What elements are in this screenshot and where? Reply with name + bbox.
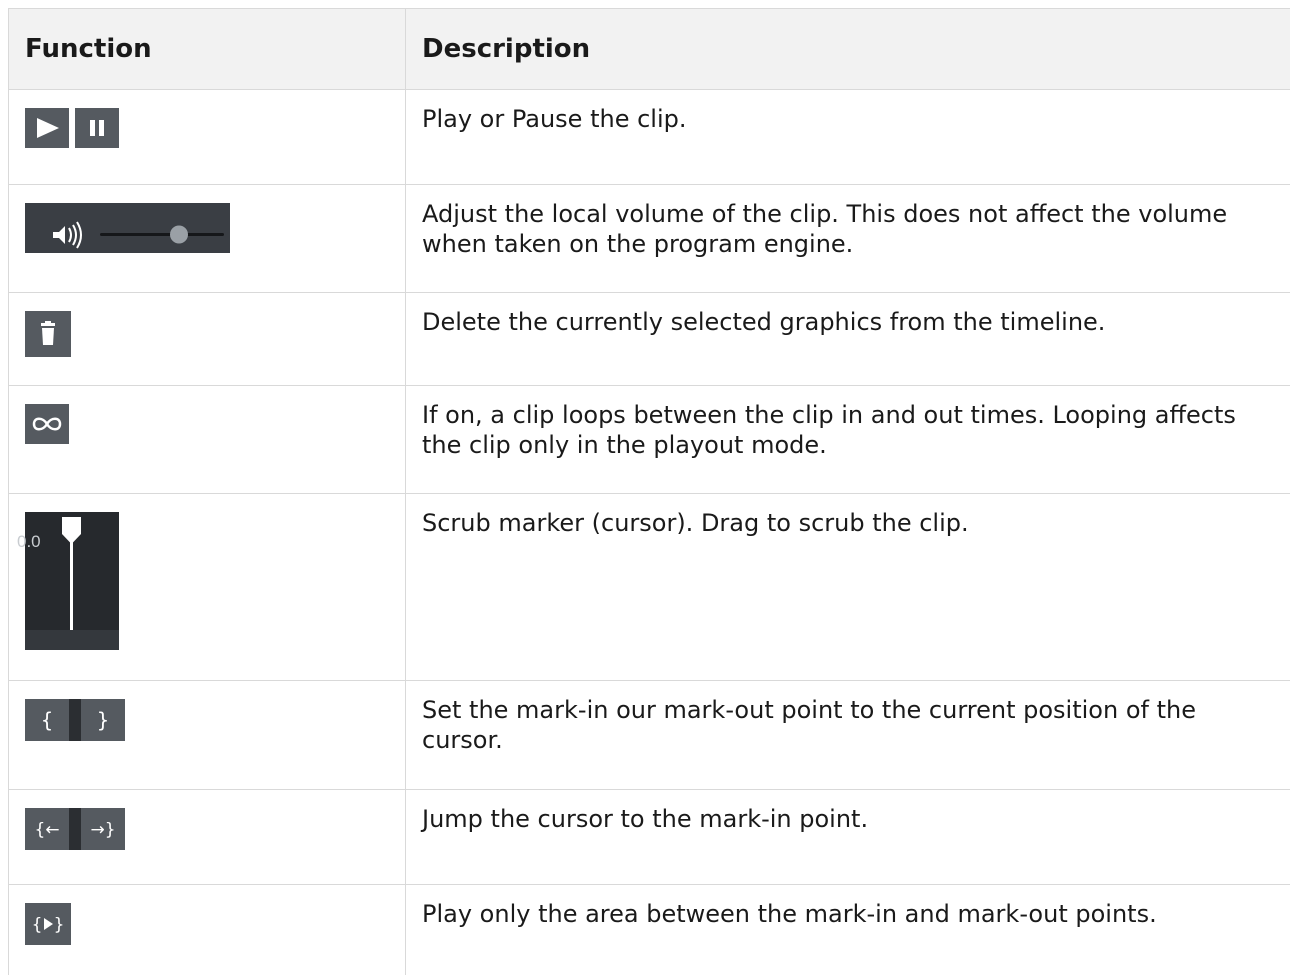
function-cell	[9, 293, 406, 386]
pause-icon[interactable]	[75, 108, 119, 148]
svg-text:{←: {←	[34, 820, 59, 840]
svg-text:}: }	[97, 708, 110, 732]
play-between-marks-icon[interactable]: { }	[25, 903, 71, 945]
svg-text:{: {	[32, 915, 43, 935]
table-row: Adjust the local volume of the clip. Thi…	[9, 185, 1290, 293]
description-cell: Jump the cursor to the mark-in point.	[406, 790, 1290, 885]
mark-out-icon[interactable]: }	[81, 699, 125, 741]
play-icon[interactable]	[25, 108, 69, 148]
jump-to-mark-in-icon[interactable]: {←	[25, 808, 69, 850]
mark-divider	[69, 699, 81, 741]
scrub-marker-icon[interactable]: 0.0	[25, 512, 119, 650]
table-row: { } Set the mark-in our mark-out point t…	[9, 681, 1290, 790]
table-row: Play or Pause the clip.	[9, 90, 1290, 185]
description-cell: Delete the currently selected graphics f…	[406, 293, 1290, 386]
function-cell: 0.0	[9, 494, 406, 681]
description-cell: Play or Pause the clip.	[406, 90, 1290, 185]
function-cell	[9, 185, 406, 293]
svg-text:{: {	[41, 708, 54, 732]
volume-slider-icon[interactable]	[25, 203, 230, 253]
svg-text:}: }	[54, 915, 65, 935]
function-cell: {← →}	[9, 790, 406, 885]
function-reference-page: Function Description Play or Pause the c…	[0, 0, 1290, 972]
table-row: If on, a clip loops between the clip in …	[9, 386, 1290, 494]
header-description: Description	[406, 9, 1290, 90]
table-header-row: Function Description	[9, 9, 1290, 90]
loop-icon[interactable]	[25, 404, 69, 444]
mark-in-icon[interactable]: {	[25, 699, 69, 741]
function-cell: { }	[9, 885, 406, 975]
function-cell	[9, 90, 406, 185]
description-cell: Play only the area between the mark-in a…	[406, 885, 1290, 975]
description-cell: Set the mark-in our mark-out point to th…	[406, 681, 1290, 790]
table-row: { } Play only the area between the mark-…	[9, 885, 1290, 975]
trash-icon[interactable]	[25, 311, 71, 357]
jump-to-mark-out-icon[interactable]: →}	[81, 808, 125, 850]
svg-text:→}: →}	[90, 820, 115, 840]
description-cell: Scrub marker (cursor). Drag to scrub the…	[406, 494, 1290, 681]
scrub-time-label: 0.0	[17, 532, 41, 552]
table-row: Delete the currently selected graphics f…	[9, 293, 1290, 386]
function-cell: { }	[9, 681, 406, 790]
jump-divider	[69, 808, 81, 850]
function-table: Function Description Play or Pause the c…	[8, 8, 1290, 975]
description-cell: Adjust the local volume of the clip. Thi…	[406, 185, 1290, 293]
header-function: Function	[9, 9, 406, 90]
description-cell: If on, a clip loops between the clip in …	[406, 386, 1290, 494]
table-row: 0.0 Scrub marker (cursor). Drag to scrub…	[9, 494, 1290, 681]
function-cell	[9, 386, 406, 494]
table-row: {← →} Jump the cursor to the mark-in poi…	[9, 790, 1290, 885]
